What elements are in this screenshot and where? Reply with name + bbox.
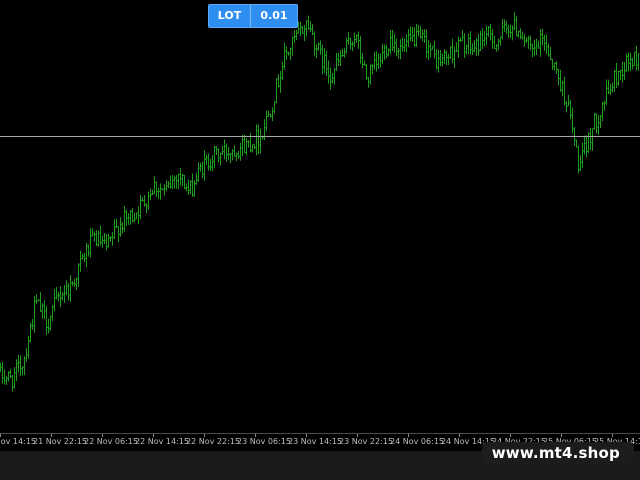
time-axis-label: 21 Nov 14:15 [0, 437, 36, 446]
time-axis-label: 23 Nov 14:15 [288, 437, 342, 446]
lot-panel: LOT 0.01 [208, 4, 298, 28]
trading-chart-window: LOT 0.01 21 Nov 14:1521 Nov 22:1522 Nov … [0, 0, 640, 480]
watermark-label: www.mt4.shop [481, 442, 634, 466]
price-chart[interactable] [0, 0, 640, 433]
chart-background [0, 0, 640, 433]
time-axis-label: 22 Nov 14:15 [135, 437, 189, 446]
lot-value-field[interactable]: 0.01 [251, 5, 297, 27]
chart-area[interactable] [0, 0, 640, 433]
lot-label[interactable]: LOT [209, 5, 251, 27]
time-axis-label: 22 Nov 22:15 [186, 437, 240, 446]
time-axis-label: 23 Nov 22:15 [339, 437, 393, 446]
time-axis-label: 22 Nov 06:15 [84, 437, 138, 446]
time-axis-label: 24 Nov 06:15 [390, 437, 444, 446]
time-axis-label: 23 Nov 06:15 [237, 437, 291, 446]
time-axis-label: 21 Nov 22:15 [33, 437, 87, 446]
